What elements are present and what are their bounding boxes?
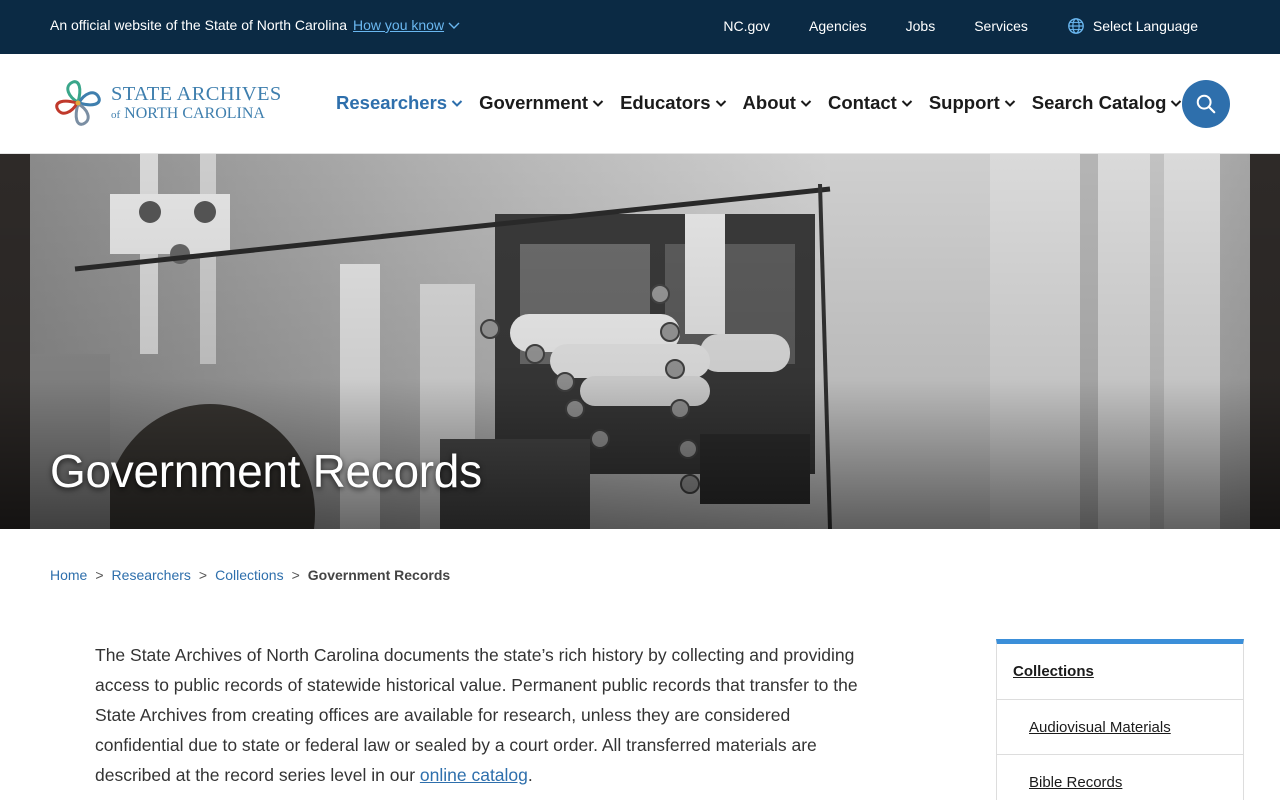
breadcrumb-collections[interactable]: Collections xyxy=(215,567,283,583)
select-language-button[interactable]: Select Language xyxy=(1067,17,1198,35)
nav-about-label: About xyxy=(742,92,796,113)
official-banner: An official website of the State of Nort… xyxy=(0,0,1280,54)
select-language-label: Select Language xyxy=(1092,18,1198,34)
breadcrumb: Home > Researchers > Collections > Gover… xyxy=(50,567,450,583)
logo-line-1: STATE ARCHIVES xyxy=(111,82,282,105)
search-button[interactable] xyxy=(1182,80,1230,128)
search-icon xyxy=(1196,94,1216,114)
nav-government-label: Government xyxy=(479,92,589,113)
chevron-down-icon xyxy=(592,100,604,107)
chevron-down-icon xyxy=(448,22,460,29)
page-title: Government Records xyxy=(50,445,482,497)
nav-government[interactable]: Government xyxy=(479,92,604,114)
breadcrumb-separator: > xyxy=(95,567,104,583)
chevron-down-icon xyxy=(1171,100,1182,107)
chevron-down-icon xyxy=(451,100,463,107)
breadcrumb-separator: > xyxy=(198,567,208,583)
official-text: An official website of the State of Nort… xyxy=(50,17,348,33)
utility-link-agencies[interactable]: Agencies xyxy=(809,18,867,34)
nav-researchers[interactable]: Researchers xyxy=(336,92,463,114)
utility-link-jobs[interactable]: Jobs xyxy=(906,18,936,34)
nav-educators-label: Educators xyxy=(620,92,711,113)
globe-icon xyxy=(1068,18,1084,34)
official-notice: An official website of the State of Nort… xyxy=(50,17,460,33)
how-you-know-label: How you know xyxy=(353,17,445,33)
logo-text: STATE ARCHIVES of NORTH CAROLINA xyxy=(111,84,282,123)
site-logo[interactable]: STATE ARCHIVES of NORTH CAROLINA xyxy=(51,75,301,131)
chevron-down-icon xyxy=(1004,100,1015,107)
nav-researchers-label: Researchers xyxy=(336,92,448,113)
logo-line-2: of NORTH CAROLINA xyxy=(111,106,282,122)
nav-search-catalog-label: Search Catalog xyxy=(1031,92,1167,113)
breadcrumb-researchers[interactable]: Researchers xyxy=(112,567,191,583)
side-menu-bible-records[interactable]: Bible Records xyxy=(997,755,1243,800)
logo-of: of xyxy=(111,109,121,122)
side-menu-audiovisual-materials[interactable]: Audiovisual Materials xyxy=(997,700,1243,755)
section-side-menu: Collections Audiovisual Materials Bible … xyxy=(996,639,1244,800)
nav-contact[interactable]: Contact xyxy=(828,92,913,114)
breadcrumb-separator: > xyxy=(291,567,300,583)
main-navigation: Researchers Government Educators About C… xyxy=(336,92,1182,114)
utility-link-services[interactable]: Services xyxy=(974,18,1028,34)
nav-about[interactable]: About xyxy=(743,92,812,114)
site-header: STATE ARCHIVES of NORTH CAROLINA Researc… xyxy=(0,54,1280,154)
chevron-down-icon xyxy=(901,100,913,107)
intro-text-end: . xyxy=(527,765,533,785)
nav-support-label: Support xyxy=(928,92,1000,113)
intro-text: The State Archives of North Carolina doc… xyxy=(95,645,858,785)
breadcrumb-home[interactable]: Home xyxy=(50,567,87,583)
hero-banner: Government Records xyxy=(0,154,1280,529)
utility-link-ncgov[interactable]: NC.gov xyxy=(723,18,770,34)
dogwood-logo-icon xyxy=(55,80,101,126)
utility-links: NC.gov Agencies Jobs Services Select Lan… xyxy=(723,17,1198,35)
breadcrumb-current: Government Records xyxy=(307,567,451,583)
nav-educators[interactable]: Educators xyxy=(620,92,726,114)
side-menu-collections[interactable]: Collections xyxy=(997,644,1243,700)
nav-search-catalog[interactable]: Search Catalog xyxy=(1032,92,1183,114)
intro-paragraph: The State Archives of North Carolina doc… xyxy=(95,640,865,790)
how-you-know-link[interactable]: How you know xyxy=(353,17,460,33)
nav-contact-label: Contact xyxy=(827,92,897,113)
nav-support[interactable]: Support xyxy=(929,92,1016,114)
chevron-down-icon xyxy=(715,100,726,107)
online-catalog-link[interactable]: online catalog xyxy=(420,765,528,785)
logo-nc: NORTH CAROLINA xyxy=(124,105,265,123)
chevron-down-icon xyxy=(800,100,812,107)
